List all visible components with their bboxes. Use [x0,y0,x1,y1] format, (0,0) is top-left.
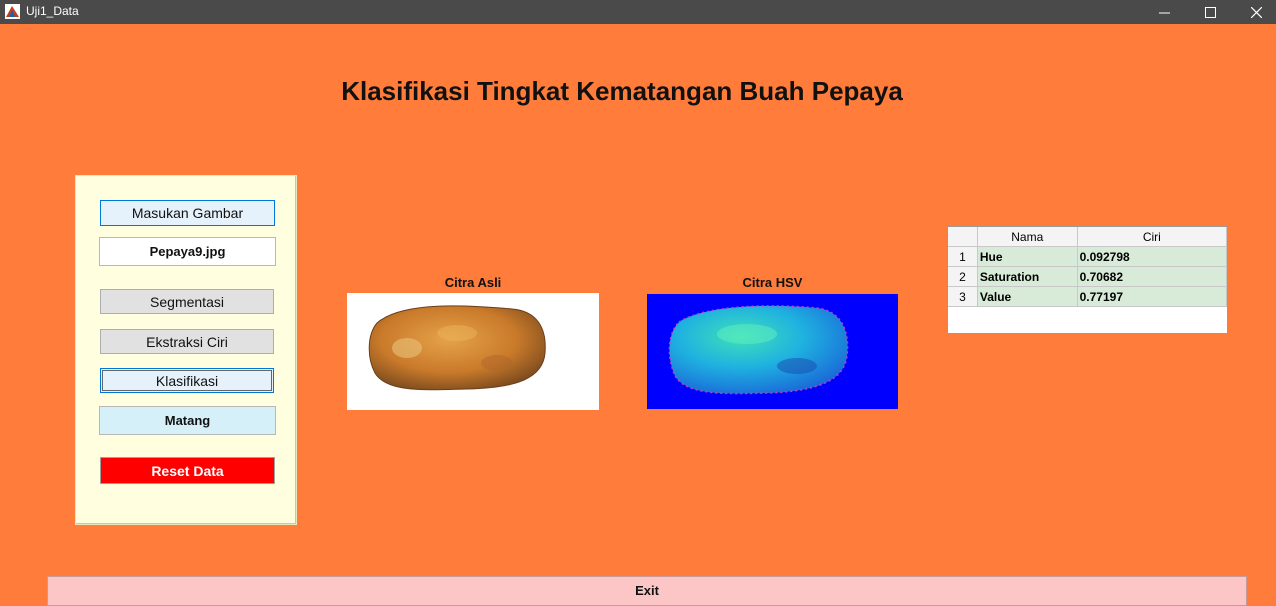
window-titlebar: Uji1_Data [0,0,1276,24]
original-image [347,293,599,410]
hsv-image-title: Citra HSV [742,275,803,290]
row-number: 1 [948,246,978,267]
filename-display: Pepaya9.jpg [99,237,276,266]
row-number: 2 [948,266,978,287]
load-image-button[interactable]: Masukan Gambar [100,200,275,226]
table-row: 3 Value 0.77197 [948,286,1228,307]
classify-button[interactable]: Klasifikasi [100,368,274,393]
papaya-image [368,305,546,391]
table-cell-value[interactable]: 0.70682 [1077,266,1228,287]
feature-table[interactable]: Nama Ciri 1 Hue 0.092798 2 Saturation 0.… [947,226,1228,334]
table-cell-value[interactable]: 0.77197 [1077,286,1228,307]
row-number-header [948,227,978,247]
column-header-nama[interactable]: Nama [977,227,1078,247]
table-cell-name[interactable]: Value [977,286,1078,307]
table-cell-name[interactable]: Hue [977,246,1078,267]
table-row: 1 Hue 0.092798 [948,246,1228,267]
row-number: 3 [948,286,978,307]
close-icon [1250,6,1262,18]
matlab-icon [5,4,20,19]
window-title: Uji1_Data [26,4,79,18]
close-button[interactable] [1233,0,1276,24]
table-cell-value[interactable]: 0.092798 [1077,246,1228,267]
table-row: 2 Saturation 0.70682 [948,266,1228,287]
original-image-title: Citra Asli [444,275,502,290]
hsv-image [647,294,898,409]
minimize-button[interactable] [1141,0,1187,24]
control-panel: Masukan Gambar Pepaya9.jpg Segmentasi Ek… [75,175,297,525]
maximize-button[interactable] [1187,0,1233,24]
maximize-icon [1204,6,1216,18]
feature-extraction-button[interactable]: Ekstraksi Ciri [100,329,274,354]
table-cell-name[interactable]: Saturation [977,266,1078,287]
column-header-ciri[interactable]: Ciri [1077,227,1228,247]
segmentation-button[interactable]: Segmentasi [100,289,274,314]
papaya-hsv-image [668,305,849,395]
result-display: Matang [99,406,276,435]
table-header-row: Nama Ciri [948,227,1228,247]
minimize-icon [1158,12,1170,13]
page-title: Klasifikasi Tingkat Kematangan Buah Pepa… [341,76,903,106]
reset-button[interactable]: Reset Data [100,457,275,484]
